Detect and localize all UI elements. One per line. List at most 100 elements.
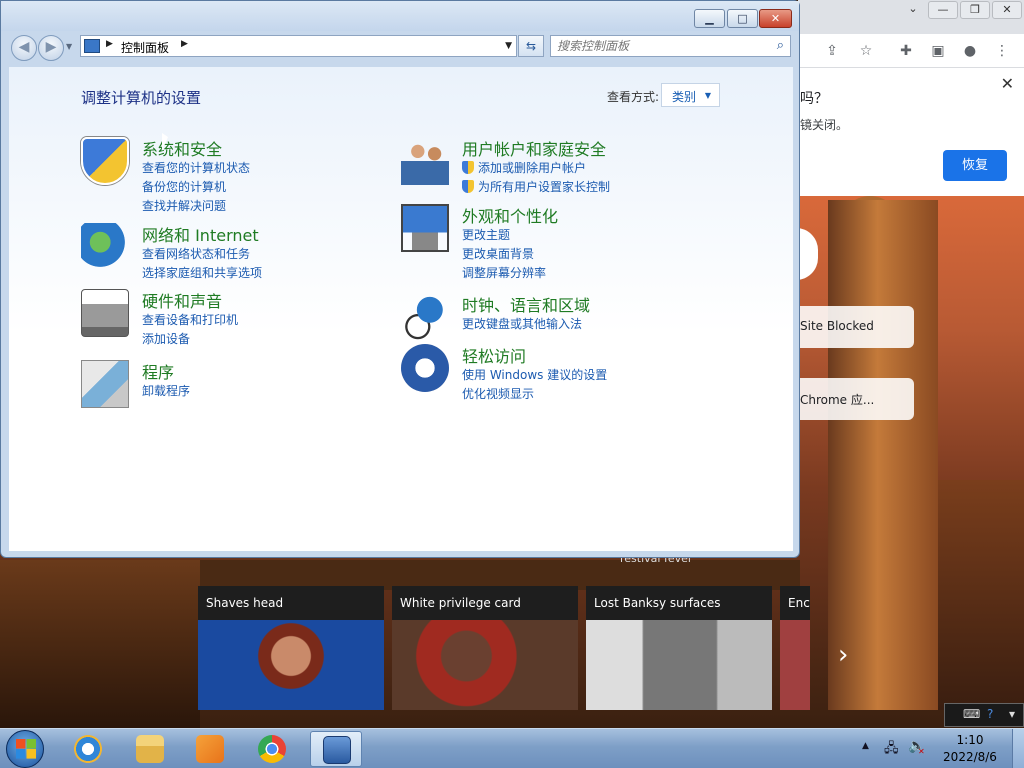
chrome-icon: [258, 735, 286, 763]
category-link[interactable]: 添加设备: [142, 330, 190, 347]
news-card-image: [392, 620, 578, 710]
restore-pages-bubble: ✕ 吗？ 镜关闭。 恢复: [798, 68, 1024, 196]
news-card[interactable]: White privilege card: [392, 586, 578, 710]
minimize-button[interactable]: —: [928, 1, 958, 19]
clock-tower: [828, 200, 938, 710]
clock-time[interactable]: 1:10: [940, 733, 1000, 747]
clock-date[interactable]: 2022/8/6: [940, 750, 1000, 764]
chevron-down-icon[interactable]: ⌄: [898, 1, 928, 19]
network-icon[interactable]: 🖧: [884, 739, 899, 761]
search-box[interactable]: ⌕: [550, 35, 791, 57]
control-panel-icon: [323, 736, 351, 764]
search-input[interactable]: [557, 38, 762, 54]
network-globe-icon[interactable]: [81, 223, 129, 271]
tray-menu-arrow-icon[interactable]: ▾: [1009, 707, 1015, 721]
ease-of-access-icon[interactable]: [401, 344, 449, 392]
restore-question: 吗？: [800, 91, 828, 107]
news-card-title: White privilege card: [400, 596, 521, 610]
recent-pages-dropdown-icon[interactable]: ▼: [66, 42, 72, 51]
breadcrumb-arrow-icon[interactable]: ▶: [181, 39, 188, 49]
programs-icon[interactable]: [81, 360, 129, 408]
media-player-icon: [196, 735, 224, 763]
news-card[interactable]: Enc: [780, 586, 810, 710]
printer-icon[interactable]: [81, 289, 129, 337]
show-hidden-icons-icon[interactable]: ▲: [862, 741, 869, 751]
close-button[interactable]: ✕: [759, 9, 792, 28]
refresh-button[interactable]: ⇆: [518, 35, 544, 57]
breadcrumb-arrow-icon[interactable]: ▶: [106, 39, 113, 49]
back-button[interactable]: ◀: [11, 35, 37, 61]
site-blocked-notice[interactable]: Site Blocked: [798, 306, 914, 348]
side-panel-icon[interactable]: ▣: [928, 42, 948, 60]
taskbar-file-explorer[interactable]: [124, 731, 176, 767]
help-icon[interactable]: ?: [987, 707, 993, 721]
category-link[interactable]: 查看设备和打印机: [142, 311, 238, 328]
category-title[interactable]: 轻松访问: [462, 343, 526, 367]
category-link[interactable]: 优化视频显示: [462, 385, 534, 402]
taskbar: ▲ 🖧 🔈 ✕ 1:10 2022/8/6: [0, 728, 1024, 768]
news-card[interactable]: Lost Banksy surfaces: [586, 586, 772, 710]
minimize-button[interactable]: ▁: [694, 9, 725, 28]
news-card[interactable]: Shaves head: [198, 586, 384, 710]
forward-button[interactable]: ▶: [38, 35, 64, 61]
keyboard-icon[interactable]: ⌨: [963, 707, 980, 721]
chevron-right-icon[interactable]: ›: [838, 640, 848, 670]
category-link[interactable]: 选择家庭组和共享选项: [142, 264, 262, 281]
category-title[interactable]: 网络和 Internet: [142, 222, 259, 246]
category-link[interactable]: 查看您的计算机状态: [142, 159, 250, 176]
display-icon[interactable]: [401, 204, 449, 252]
category-link[interactable]: 使用 Windows 建议的设置: [462, 366, 607, 383]
users-icon[interactable]: [401, 137, 449, 185]
bubble-close-icon[interactable]: ✕: [1001, 74, 1014, 93]
view-by-select[interactable]: 类别 ▼: [661, 83, 720, 107]
close-window-button[interactable]: ✕: [992, 1, 1022, 19]
category-link[interactable]: 调整屏幕分辨率: [462, 264, 546, 281]
taskbar-internet-explorer[interactable]: [62, 731, 114, 767]
profile-avatar-icon[interactable]: ●: [960, 42, 980, 60]
category-title[interactable]: 系统和安全: [142, 136, 222, 160]
category-link[interactable]: 为所有用户设置家长控制: [462, 178, 610, 195]
clock-globe-icon[interactable]: [401, 293, 449, 341]
maximize-button[interactable]: □: [727, 9, 758, 28]
mute-x-icon: ✕: [918, 747, 925, 756]
category-link[interactable]: 查看网络状态和任务: [142, 245, 250, 262]
restore-window-button[interactable]: ❐: [960, 1, 990, 19]
city-buildings-left: [0, 560, 200, 728]
menu-kebab-icon[interactable]: ⋮: [992, 42, 1012, 60]
share-icon[interactable]: ⇪: [822, 42, 842, 60]
taskbar-control-panel[interactable]: [310, 731, 362, 767]
control-panel-titlebar[interactable]: ▁ □ ✕: [1, 1, 799, 31]
category-link[interactable]: 备份您的计算机: [142, 178, 226, 195]
show-desktop-button[interactable]: [1012, 729, 1024, 768]
category-title[interactable]: 程序: [142, 359, 174, 383]
breadcrumb-control-panel[interactable]: 控制面板: [121, 39, 169, 56]
news-card-image: [586, 620, 772, 710]
category-title[interactable]: 外观和个性化: [462, 203, 558, 227]
page-title: 调整计算机的设置: [81, 89, 202, 107]
search-icon[interactable]: ⌕: [777, 38, 784, 53]
category-title[interactable]: 时钟、语言和区域: [462, 292, 590, 316]
internet-explorer-icon: [74, 735, 102, 763]
category-title[interactable]: 硬件和声音: [142, 288, 222, 312]
category-link[interactable]: 卸载程序: [142, 382, 190, 399]
bookmark-star-icon[interactable]: ☆: [856, 42, 876, 60]
category-link[interactable]: 更改桌面背景: [462, 245, 534, 262]
restore-button[interactable]: 恢复: [943, 150, 1007, 181]
chrome-app-notice[interactable]: Chrome 应...: [798, 378, 914, 420]
category-link[interactable]: 查找并解决问题: [142, 197, 226, 214]
category-title[interactable]: 用户帐户和家庭安全: [462, 136, 606, 160]
address-dropdown-icon[interactable]: ▼: [505, 41, 512, 51]
restore-detail: 镜关闭。: [800, 118, 849, 132]
extensions-puzzle-icon[interactable]: ✚: [896, 42, 916, 60]
category-link[interactable]: 更改键盘或其他输入法: [462, 315, 582, 332]
mouse-cursor: [162, 133, 168, 151]
shield-icon[interactable]: [81, 137, 129, 185]
news-card-image: [780, 620, 810, 710]
category-link[interactable]: 添加或删除用户帐户: [462, 159, 586, 176]
start-button[interactable]: [6, 730, 44, 768]
taskbar-chrome[interactable]: [246, 731, 298, 767]
tray-overflow-popup: ⌨ ? ▾: [944, 703, 1024, 727]
category-link[interactable]: 更改主题: [462, 226, 510, 243]
taskbar-media-player[interactable]: [184, 731, 236, 767]
address-bar[interactable]: ▶ 控制面板 ▶ ▼: [80, 35, 517, 57]
